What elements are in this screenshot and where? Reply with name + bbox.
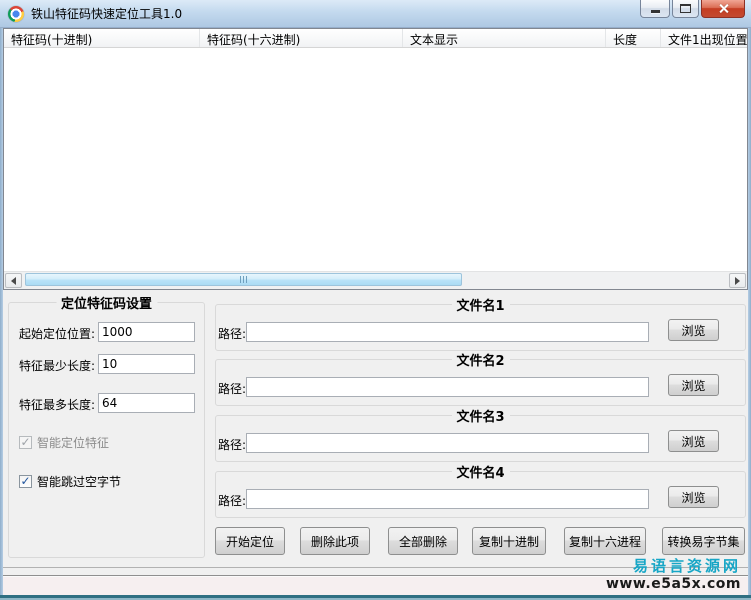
results-listview: 特征码(十进制) 特征码(十六进制) 文本显示 长度 文件1出现位置 bbox=[3, 28, 748, 290]
file-groupbox-1: 文件名1 路径: 浏览 bbox=[215, 298, 746, 351]
arrow-right-icon bbox=[735, 276, 744, 285]
copy-decimal-button[interactable]: 复制十进制 bbox=[472, 527, 546, 555]
app-icon bbox=[8, 5, 24, 22]
arrow-left-icon bbox=[7, 276, 16, 285]
scroll-left-button[interactable] bbox=[5, 273, 22, 288]
lower-panel: 定位特征码设置 起始定位位置: 特征最少长度: 特征最多长度: ✓ 智能定位特征 bbox=[3, 290, 748, 572]
file1-path-input[interactable] bbox=[246, 322, 649, 342]
file4-path-input[interactable] bbox=[246, 489, 649, 509]
app-window: 铁山特征码快速定位工具1.0 特征码(十进制) 特征码(十六进制) 文本显示 长… bbox=[0, 0, 751, 600]
skip-null-bytes-checkbox[interactable]: ✓ 智能跳过空字节 bbox=[19, 473, 121, 490]
start-locate-button[interactable]: 开始定位 bbox=[215, 527, 285, 555]
path-label: 路径: bbox=[218, 438, 247, 452]
maximize-button[interactable] bbox=[672, 0, 699, 18]
smart-locate-label: 智能定位特征 bbox=[37, 436, 110, 450]
close-button[interactable] bbox=[701, 0, 745, 18]
path-label: 路径: bbox=[218, 494, 247, 508]
results-list-body[interactable] bbox=[4, 48, 747, 271]
settings-groupbox: 定位特征码设置 起始定位位置: 特征最少长度: 特征最多长度: ✓ 智能定位特征 bbox=[8, 296, 205, 558]
file-group-title: 文件名3 bbox=[451, 409, 510, 423]
minimize-button[interactable] bbox=[640, 0, 670, 18]
watermark-site-name: 易语言资源网 bbox=[632, 557, 741, 575]
delete-item-button[interactable]: 删除此项 bbox=[300, 527, 370, 555]
file-group-title: 文件名1 bbox=[451, 298, 510, 312]
path-label: 路径: bbox=[218, 382, 247, 396]
start-position-label: 起始定位位置: bbox=[19, 327, 96, 341]
file2-browse-button[interactable]: 浏览 bbox=[668, 374, 719, 396]
titlebar[interactable]: 铁山特征码快速定位工具1.0 bbox=[0, 0, 751, 28]
scrollbar-track[interactable] bbox=[23, 272, 728, 289]
start-position-row: 起始定位位置: bbox=[19, 325, 95, 342]
minimize-icon bbox=[650, 10, 660, 13]
copy-hex-button[interactable]: 复制十六进程 bbox=[564, 527, 646, 555]
start-position-input[interactable] bbox=[98, 322, 195, 342]
file1-browse-button[interactable]: 浏览 bbox=[668, 319, 719, 341]
path-label: 路径: bbox=[218, 327, 247, 341]
window-frame-bottom bbox=[0, 595, 751, 600]
min-length-row: 特征最少长度: bbox=[19, 357, 95, 374]
column-header-text-display[interactable]: 文本显示 bbox=[403, 29, 606, 47]
file-groupbox-4: 文件名4 路径: 浏览 bbox=[215, 465, 746, 518]
grip-icon bbox=[240, 276, 242, 283]
max-length-input[interactable] bbox=[98, 393, 195, 413]
close-icon bbox=[718, 3, 729, 14]
column-header-length[interactable]: 长度 bbox=[606, 29, 661, 47]
watermark-site-url: www.e5a5x.com bbox=[605, 575, 741, 592]
delete-all-button[interactable]: 全部删除 bbox=[388, 527, 458, 555]
min-length-label: 特征最少长度: bbox=[19, 359, 96, 373]
window-frame-left bbox=[0, 28, 3, 600]
max-length-label: 特征最多长度: bbox=[19, 398, 96, 412]
list-header: 特征码(十进制) 特征码(十六进制) 文本显示 长度 文件1出现位置 bbox=[4, 29, 747, 48]
settings-group-title: 定位特征码设置 bbox=[55, 296, 158, 310]
grip-icon bbox=[246, 276, 248, 283]
checkbox-checked-disabled-icon: ✓ bbox=[19, 435, 32, 449]
file-group-title: 文件名4 bbox=[451, 465, 510, 479]
scrollbar-thumb[interactable] bbox=[25, 273, 463, 286]
column-header-sig-decimal[interactable]: 特征码(十进制) bbox=[4, 29, 200, 47]
maximize-icon bbox=[680, 4, 691, 13]
checkbox-checked-icon[interactable]: ✓ bbox=[19, 475, 32, 488]
file-groupbox-2: 文件名2 路径: 浏览 bbox=[215, 353, 746, 406]
file-group-title: 文件名2 bbox=[451, 353, 510, 367]
file3-browse-button[interactable]: 浏览 bbox=[668, 430, 719, 452]
column-header-file1-position[interactable]: 文件1出现位置 bbox=[661, 29, 747, 47]
max-length-row: 特征最多长度: bbox=[19, 396, 95, 413]
watermark: 易语言资源网 www.e5a5x.com bbox=[606, 558, 741, 592]
min-length-input[interactable] bbox=[98, 354, 195, 374]
smart-locate-checkbox: ✓ 智能定位特征 bbox=[19, 434, 109, 451]
file-groupbox-3: 文件名3 路径: 浏览 bbox=[215, 409, 746, 462]
window-controls bbox=[638, 0, 745, 18]
file3-path-input[interactable] bbox=[246, 433, 649, 453]
skip-null-bytes-label: 智能跳过空字节 bbox=[37, 475, 122, 489]
horizontal-scrollbar[interactable] bbox=[4, 271, 747, 289]
file2-path-input[interactable] bbox=[246, 377, 649, 397]
column-header-sig-hex[interactable]: 特征码(十六进制) bbox=[200, 29, 403, 47]
file4-browse-button[interactable]: 浏览 bbox=[668, 486, 719, 508]
scroll-right-button[interactable] bbox=[729, 273, 746, 288]
convert-byteset-button[interactable]: 转换易字节集 bbox=[662, 527, 745, 555]
window-title: 铁山特征码快速定位工具1.0 bbox=[31, 7, 183, 21]
grip-icon bbox=[243, 276, 245, 283]
